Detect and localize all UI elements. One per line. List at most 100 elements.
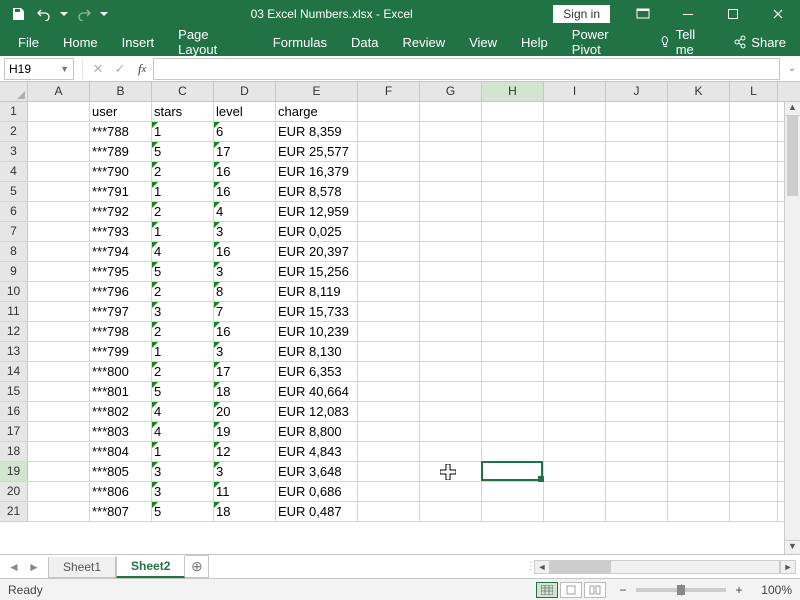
cell-I14[interactable]	[544, 362, 606, 381]
column-header-I[interactable]: I	[544, 82, 606, 101]
page-break-view-button[interactable]	[584, 582, 606, 598]
cell-E16[interactable]: EUR 12,083	[276, 402, 358, 421]
sheet-nav-prev[interactable]: ◄	[6, 560, 22, 574]
cell-I10[interactable]	[544, 282, 606, 301]
cell-K16[interactable]	[668, 402, 730, 421]
name-box[interactable]: H19 ▼	[4, 58, 74, 80]
cell-J4[interactable]	[606, 162, 668, 181]
cell-A20[interactable]	[28, 482, 90, 501]
cell-H19[interactable]	[482, 462, 544, 481]
cell-C14[interactable]: 2	[152, 362, 214, 381]
tell-me-button[interactable]: Tell me	[651, 25, 721, 59]
cell-K6[interactable]	[668, 202, 730, 221]
cell-L11[interactable]	[730, 302, 778, 321]
cell-L10[interactable]	[730, 282, 778, 301]
cell-I11[interactable]	[544, 302, 606, 321]
row-header-20[interactable]: 20	[0, 482, 28, 501]
zoom-in-button[interactable]: +	[732, 583, 746, 597]
cell-F12[interactable]	[358, 322, 420, 341]
row-header-14[interactable]: 14	[0, 362, 28, 381]
cell-G2[interactable]	[420, 122, 482, 141]
cell-D6[interactable]: 4	[214, 202, 276, 221]
cell-J11[interactable]	[606, 302, 668, 321]
row-header-12[interactable]: 12	[0, 322, 28, 341]
cell-H10[interactable]	[482, 282, 544, 301]
cell-K19[interactable]	[668, 462, 730, 481]
cell-G7[interactable]	[420, 222, 482, 241]
cell-E8[interactable]: EUR 20,397	[276, 242, 358, 261]
cell-A9[interactable]	[28, 262, 90, 281]
cell-E11[interactable]: EUR 15,733	[276, 302, 358, 321]
cell-H9[interactable]	[482, 262, 544, 281]
save-button[interactable]	[6, 2, 30, 26]
cell-G9[interactable]	[420, 262, 482, 281]
column-header-A[interactable]: A	[28, 82, 90, 101]
tab-formulas[interactable]: Formulas	[261, 31, 339, 54]
tab-home[interactable]: Home	[51, 31, 110, 54]
cell-A10[interactable]	[28, 282, 90, 301]
cell-H11[interactable]	[482, 302, 544, 321]
row-header-5[interactable]: 5	[0, 182, 28, 201]
cell-C18[interactable]: 1	[152, 442, 214, 461]
tab-insert[interactable]: Insert	[110, 31, 167, 54]
cell-B13[interactable]: ***799	[90, 342, 152, 361]
cell-D16[interactable]: 20	[214, 402, 276, 421]
cell-B7[interactable]: ***793	[90, 222, 152, 241]
cell-F16[interactable]	[358, 402, 420, 421]
cancel-formula-button[interactable]: ✕	[87, 58, 109, 80]
tab-help[interactable]: Help	[509, 31, 560, 54]
cell-B9[interactable]: ***795	[90, 262, 152, 281]
select-all-corner[interactable]	[0, 82, 28, 101]
cell-L20[interactable]	[730, 482, 778, 501]
cell-C10[interactable]: 2	[152, 282, 214, 301]
column-header-L[interactable]: L	[730, 82, 778, 101]
cell-K10[interactable]	[668, 282, 730, 301]
cell-C2[interactable]: 1	[152, 122, 214, 141]
cell-C9[interactable]: 5	[152, 262, 214, 281]
cell-I19[interactable]	[544, 462, 606, 481]
cell-C21[interactable]: 5	[152, 502, 214, 521]
cell-H21[interactable]	[482, 502, 544, 521]
cell-B11[interactable]: ***797	[90, 302, 152, 321]
row-header-1[interactable]: 1	[0, 102, 28, 121]
cell-I21[interactable]	[544, 502, 606, 521]
cell-L16[interactable]	[730, 402, 778, 421]
tab-view[interactable]: View	[457, 31, 509, 54]
row-header-9[interactable]: 9	[0, 262, 28, 281]
cell-J1[interactable]	[606, 102, 668, 121]
row-header-16[interactable]: 16	[0, 402, 28, 421]
cell-B4[interactable]: ***790	[90, 162, 152, 181]
cell-A3[interactable]	[28, 142, 90, 161]
cell-E2[interactable]: EUR 8,359	[276, 122, 358, 141]
formula-input[interactable]	[153, 58, 780, 80]
insert-function-button[interactable]: fx	[131, 58, 153, 80]
cell-G20[interactable]	[420, 482, 482, 501]
cell-E6[interactable]: EUR 12,959	[276, 202, 358, 221]
cell-B10[interactable]: ***796	[90, 282, 152, 301]
row-header-4[interactable]: 4	[0, 162, 28, 181]
cell-K8[interactable]	[668, 242, 730, 261]
cell-L18[interactable]	[730, 442, 778, 461]
cell-I1[interactable]	[544, 102, 606, 121]
cell-H18[interactable]	[482, 442, 544, 461]
cell-K2[interactable]	[668, 122, 730, 141]
cell-C17[interactable]: 4	[152, 422, 214, 441]
cell-E12[interactable]: EUR 10,239	[276, 322, 358, 341]
horizontal-scroll-thumb[interactable]	[551, 561, 611, 573]
row-header-13[interactable]: 13	[0, 342, 28, 361]
cell-L8[interactable]	[730, 242, 778, 261]
cell-G19[interactable]	[420, 462, 482, 481]
cell-I17[interactable]	[544, 422, 606, 441]
cell-H3[interactable]	[482, 142, 544, 161]
cell-G3[interactable]	[420, 142, 482, 161]
cell-K15[interactable]	[668, 382, 730, 401]
cell-C5[interactable]: 1	[152, 182, 214, 201]
cell-B3[interactable]: ***789	[90, 142, 152, 161]
cell-D17[interactable]: 19	[214, 422, 276, 441]
cell-G18[interactable]	[420, 442, 482, 461]
column-header-F[interactable]: F	[358, 82, 420, 101]
qat-customize[interactable]	[98, 2, 110, 26]
cell-G12[interactable]	[420, 322, 482, 341]
cell-C19[interactable]: 3	[152, 462, 214, 481]
undo-dropdown[interactable]	[58, 2, 70, 26]
